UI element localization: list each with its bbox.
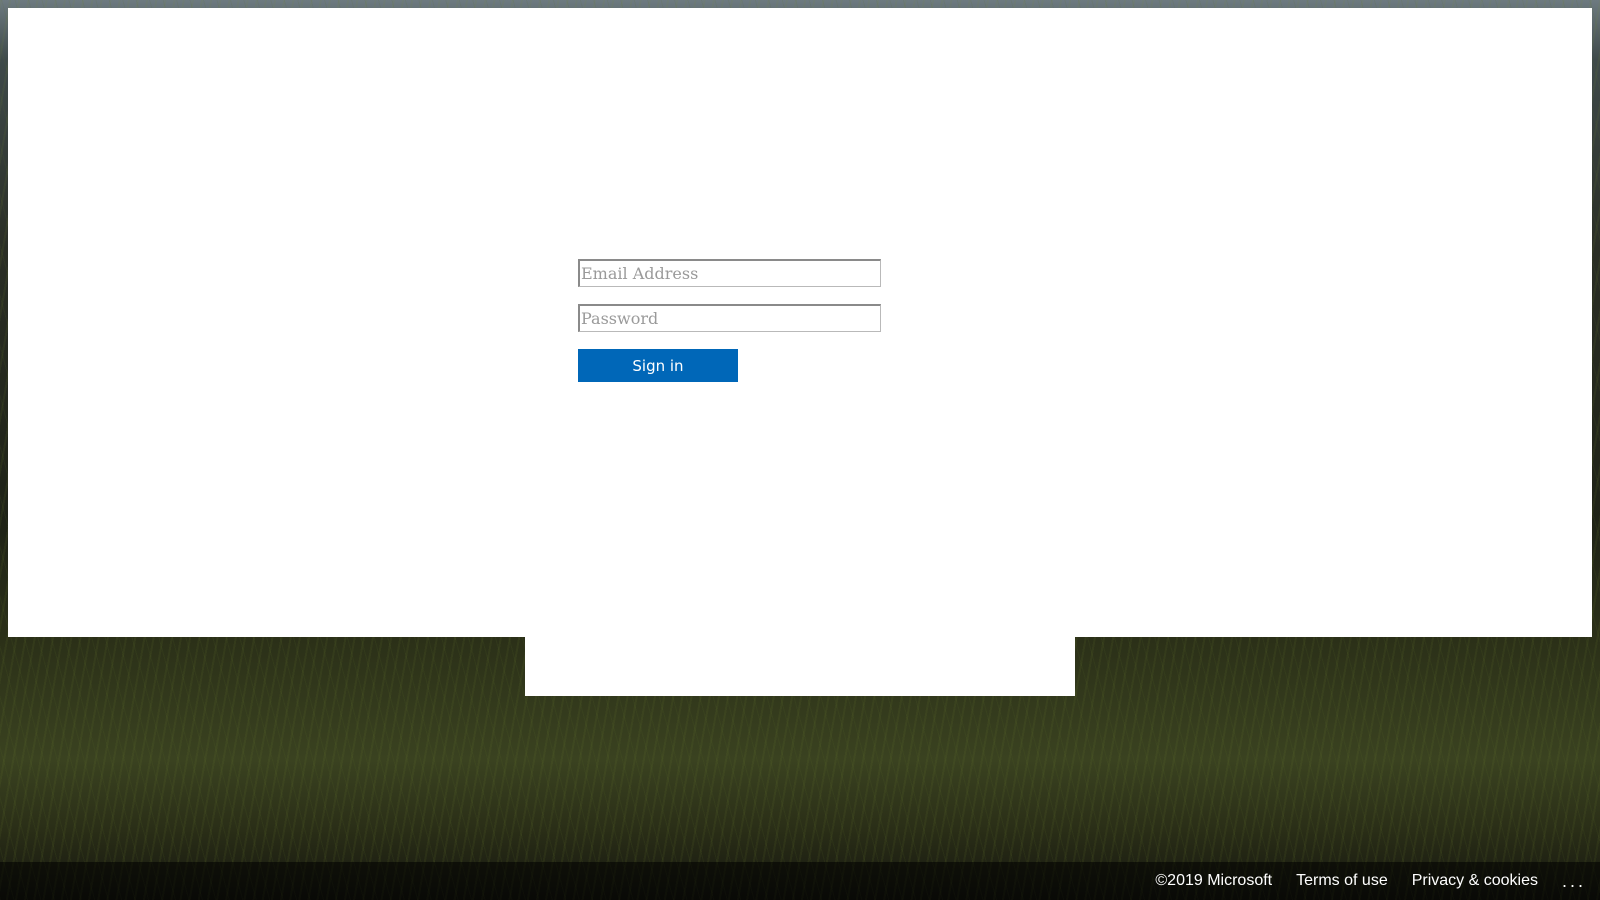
password-field[interactable]	[578, 304, 881, 332]
privacy-cookies-link[interactable]: Privacy & cookies	[1412, 872, 1538, 890]
sign-in-button[interactable]: Sign in	[578, 349, 738, 382]
more-options-icon[interactable]: ...	[1562, 871, 1586, 892]
login-panel-extension	[525, 636, 1075, 696]
footer: ©2019 Microsoft Terms of use Privacy & c…	[0, 862, 1600, 900]
copyright-text: ©2019 Microsoft	[1155, 872, 1273, 889]
signin-form: Sign in	[578, 259, 882, 382]
terms-of-use-link[interactable]: Terms of use	[1296, 872, 1388, 890]
email-field[interactable]	[578, 259, 881, 287]
